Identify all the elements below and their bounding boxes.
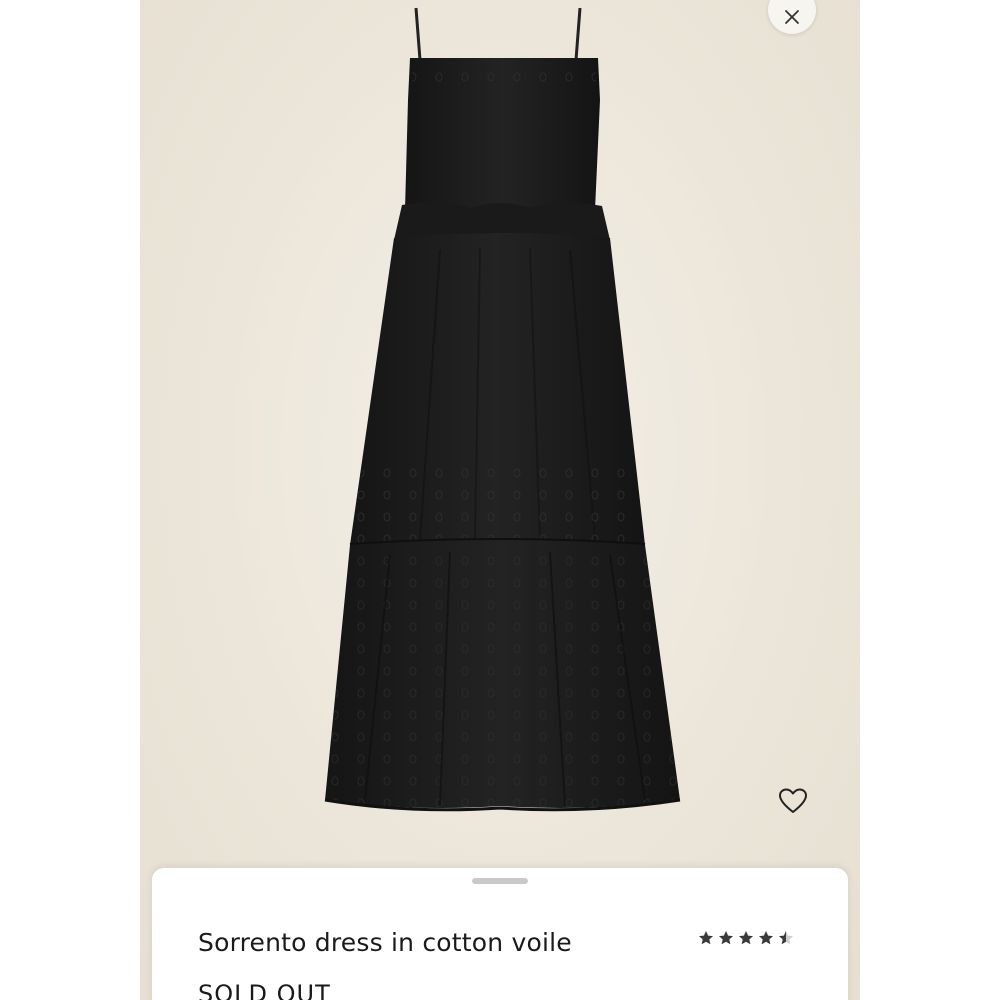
- product-quick-view: Sorrento dress in cotton voile SOLD OUT: [0, 0, 1000, 1000]
- product-image[interactable]: [140, 0, 860, 1000]
- star-icon: [779, 931, 793, 945]
- availability-status: SOLD OUT: [198, 980, 331, 1000]
- star-icon: [719, 931, 733, 945]
- drag-handle[interactable]: [472, 878, 528, 884]
- star-rating[interactable]: [698, 930, 794, 946]
- heart-outline-icon: [779, 788, 807, 813]
- product-name: Sorrento dress in cotton voile: [198, 928, 572, 957]
- dress-photo: [324, 7, 681, 812]
- product-info-sheet[interactable]: Sorrento dress in cotton voile SOLD OUT: [152, 868, 848, 1000]
- favorite-button[interactable]: [772, 780, 814, 822]
- star-icon: [759, 931, 773, 945]
- close-icon: [785, 10, 799, 24]
- star-icon: [699, 931, 713, 945]
- star-icon: [739, 931, 753, 945]
